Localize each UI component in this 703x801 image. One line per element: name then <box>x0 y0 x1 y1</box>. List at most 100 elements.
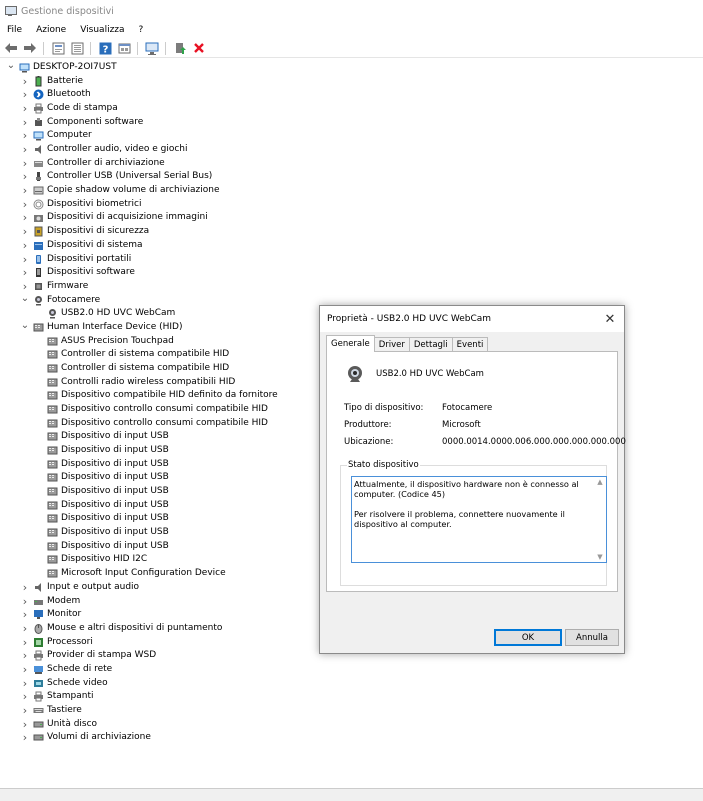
dialog-close-button[interactable]: ✕ <box>600 309 620 329</box>
collapsed-chevron-icon[interactable]: › <box>20 239 30 252</box>
back-button[interactable] <box>3 41 19 56</box>
properties-button[interactable] <box>50 41 66 56</box>
tab-eventi[interactable]: Eventi <box>451 337 489 352</box>
expanded-chevron-icon[interactable]: ⌄ <box>6 59 16 72</box>
tree-device[interactable]: Dispositivo di input USB <box>34 458 169 471</box>
tree-category[interactable]: › Copie shadow volume di archiviazione <box>20 184 220 197</box>
menu-azione[interactable]: Azione <box>29 25 73 35</box>
cancel-button[interactable]: Annulla <box>565 629 619 646</box>
collapsed-chevron-icon[interactable]: › <box>20 704 30 717</box>
collapsed-chevron-icon[interactable]: › <box>20 184 30 197</box>
tree-device[interactable]: Dispositivo controllo consumi compatibil… <box>34 403 268 416</box>
collapsed-chevron-icon[interactable]: › <box>20 690 30 703</box>
tree-category[interactable]: › Dispositivi portatili <box>20 253 131 266</box>
tree-category[interactable]: › Dispositivi biometrici <box>20 198 142 211</box>
tree-device[interactable]: Controlli radio wireless compatibili HID <box>34 376 235 389</box>
tab-driver[interactable]: Driver <box>373 337 410 352</box>
collapsed-chevron-icon[interactable]: › <box>20 225 30 238</box>
tree-device[interactable]: USB2.0 HD UVC WebCam <box>34 307 175 320</box>
tree-category[interactable]: › Modem <box>20 595 81 608</box>
collapsed-chevron-icon[interactable]: › <box>20 170 30 183</box>
tree-device[interactable]: Dispositivo controllo consumi compatibil… <box>34 417 268 430</box>
tree-device[interactable]: Dispositivo di input USB <box>34 430 169 443</box>
tree-device[interactable]: Dispositivo di input USB <box>34 485 169 498</box>
tree-category[interactable]: › Computer <box>20 129 92 142</box>
ok-button[interactable]: OK <box>494 629 562 646</box>
collapsed-chevron-icon[interactable]: › <box>20 102 30 115</box>
menu-help[interactable]: ? <box>132 25 151 35</box>
tree-category[interactable]: › Componenti software <box>20 116 143 129</box>
tree-category[interactable]: › Dispositivi software <box>20 266 135 279</box>
collapsed-chevron-icon[interactable]: › <box>20 88 30 101</box>
tree-device[interactable]: ASUS Precision Touchpad <box>34 335 174 348</box>
collapsed-chevron-icon[interactable]: › <box>20 595 30 608</box>
collapsed-chevron-icon[interactable]: › <box>20 608 30 621</box>
tree-category[interactable]: › Mouse e altri dispositivi di puntamento <box>20 622 223 635</box>
tree-category[interactable]: ⌄ Fotocamere <box>20 292 100 307</box>
status-scrollbar[interactable]: ▲ ▼ <box>594 477 606 562</box>
tree-device[interactable]: Dispositivo di input USB <box>34 540 169 553</box>
update-driver-button[interactable] <box>172 41 188 56</box>
tree-category[interactable]: › Unità disco <box>20 718 97 731</box>
uninstall-button[interactable] <box>191 41 207 56</box>
tree-category[interactable]: › Processori <box>20 636 93 649</box>
collapsed-chevron-icon[interactable]: › <box>20 677 30 690</box>
collapsed-chevron-icon[interactable]: › <box>20 266 30 279</box>
menu-file[interactable]: File <box>0 25 29 35</box>
help-button[interactable]: ? <box>97 41 113 56</box>
tree-device[interactable]: Dispositivo di input USB <box>34 512 169 525</box>
tree-device[interactable]: Dispositivo compatibile HID definito da … <box>34 389 278 402</box>
forward-button[interactable] <box>22 41 38 56</box>
tree-device[interactable]: Controller di sistema compatibile HID <box>34 362 229 375</box>
collapsed-chevron-icon[interactable]: › <box>20 116 30 129</box>
collapsed-chevron-icon[interactable]: › <box>20 731 30 744</box>
tree-device[interactable]: Dispositivo di input USB <box>34 444 169 457</box>
tree-device[interactable]: Microsoft Input Configuration Device <box>34 567 226 580</box>
tree-category[interactable]: › Monitor <box>20 608 81 621</box>
scan-hardware-button[interactable] <box>144 41 160 56</box>
expanded-chevron-icon[interactable]: ⌄ <box>20 292 30 305</box>
tree-category[interactable]: › Controller audio, video e giochi <box>20 143 188 156</box>
tree-category[interactable]: › Firmware <box>20 280 88 293</box>
tree-category[interactable]: › Schede di rete <box>20 663 112 676</box>
expanded-chevron-icon[interactable]: ⌄ <box>20 319 30 332</box>
tree-category[interactable]: › Dispositivi di acquisizione immagini <box>20 211 208 224</box>
collapsed-chevron-icon[interactable]: › <box>20 211 30 224</box>
collapsed-chevron-icon[interactable]: › <box>20 622 30 635</box>
tree-category[interactable]: › Volumi di archiviazione <box>20 731 151 744</box>
tree-category[interactable]: › Controller USB (Universal Serial Bus) <box>20 170 213 183</box>
collapsed-chevron-icon[interactable]: › <box>20 198 30 211</box>
tab-dettagli[interactable]: Dettagli <box>408 337 453 352</box>
tree-root[interactable]: ⌄ DESKTOP-2OI7UST <box>6 59 117 74</box>
tree-category[interactable]: › Bluetooth <box>20 88 91 101</box>
view-button[interactable] <box>116 41 132 56</box>
collapsed-chevron-icon[interactable]: › <box>20 253 30 266</box>
collapsed-chevron-icon[interactable]: › <box>20 581 30 594</box>
menu-visualizza[interactable]: Visualizza <box>73 25 131 35</box>
tree-category[interactable]: › Batterie <box>20 75 83 88</box>
tree-category[interactable]: › Input e output audio <box>20 581 139 594</box>
tree-category[interactable]: › Dispositivi di sistema <box>20 239 143 252</box>
tree-device[interactable]: Controller di sistema compatibile HID <box>34 348 229 361</box>
tree-device[interactable]: Dispositivo di input USB <box>34 526 169 539</box>
collapsed-chevron-icon[interactable]: › <box>20 663 30 676</box>
collapsed-chevron-icon[interactable]: › <box>20 718 30 731</box>
tree-category[interactable]: › Controller di archiviazione <box>20 157 165 170</box>
collapsed-chevron-icon[interactable]: › <box>20 636 30 649</box>
tab-generale[interactable]: Generale <box>326 335 375 352</box>
properties-sheet-button[interactable] <box>69 41 85 56</box>
collapsed-chevron-icon[interactable]: › <box>20 129 30 142</box>
tree-category[interactable]: › Provider di stampa WSD <box>20 649 156 662</box>
tree-device[interactable]: Dispositivo di input USB <box>34 499 169 512</box>
collapsed-chevron-icon[interactable]: › <box>20 157 30 170</box>
collapsed-chevron-icon[interactable]: › <box>20 75 30 88</box>
tree-category[interactable]: › Tastiere <box>20 704 82 717</box>
tree-category[interactable]: › Schede video <box>20 677 108 690</box>
tree-device[interactable]: Dispositivo di input USB <box>34 471 169 484</box>
tree-device[interactable]: Dispositivo HID I2C <box>34 553 147 566</box>
device-status-textbox[interactable]: Attualmente, il dispositivo hardware non… <box>351 476 607 563</box>
tree-category[interactable]: ⌄ Human Interface Device (HID) <box>20 319 183 334</box>
tree-category[interactable]: › Dispositivi di sicurezza <box>20 225 149 238</box>
tree-category[interactable]: › Code di stampa <box>20 102 118 115</box>
collapsed-chevron-icon[interactable]: › <box>20 649 30 662</box>
